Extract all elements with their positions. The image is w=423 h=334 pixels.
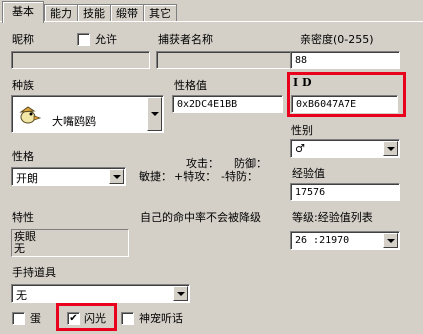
species-sprite-icon bbox=[19, 106, 42, 124]
egg-label: 蛋 bbox=[30, 312, 41, 325]
held-item-dropdown-button[interactable] bbox=[173, 286, 188, 301]
tab-basic[interactable]: 基本 bbox=[2, 1, 44, 23]
species-dropdown-button[interactable] bbox=[147, 97, 162, 131]
trait-label: 特性 bbox=[12, 211, 34, 224]
special-attack-label: +特攻： bbox=[174, 170, 217, 183]
species-select[interactable]: 大嘴鸥鸥 bbox=[11, 95, 164, 133]
nickname-field[interactable] bbox=[11, 51, 150, 69]
special-defense-label: -特防： bbox=[221, 170, 258, 183]
species-value: 大嘴鸥鸥 bbox=[52, 115, 96, 128]
pokedex-obey-checkbox[interactable] bbox=[121, 312, 134, 325]
egg-checkbox[interactable] bbox=[12, 312, 25, 325]
tab-ability[interactable]: 能力 bbox=[44, 4, 78, 22]
allow-nickname-label: 允许 bbox=[95, 33, 117, 46]
nickname-label: 昵称 bbox=[12, 33, 34, 46]
catcher-label: 捕获者名称 bbox=[158, 33, 213, 46]
trait-option-selected[interactable]: 疾眼 bbox=[14, 231, 126, 243]
held-item-select[interactable]: 无 bbox=[11, 284, 190, 303]
catcher-field[interactable] bbox=[156, 51, 292, 69]
tab-skill[interactable]: 技能 bbox=[77, 4, 111, 22]
exp-label: 经验值 bbox=[292, 167, 325, 180]
nature-label: 性格 bbox=[12, 150, 34, 163]
intimacy-field[interactable]: 88 bbox=[290, 51, 400, 69]
pokedex-obey-label: 神宠听话 bbox=[139, 312, 183, 325]
id-highlight-box bbox=[287, 72, 406, 117]
agility-label: 敏捷： bbox=[139, 170, 172, 183]
allow-nickname-checkbox[interactable] bbox=[77, 33, 90, 46]
nature-dropdown-button[interactable] bbox=[109, 169, 124, 184]
level-label: 等级:经验值列表 bbox=[292, 211, 373, 224]
personality-value-label: 性格值 bbox=[174, 79, 207, 92]
trait-option[interactable]: 无 bbox=[14, 243, 126, 255]
tab-other[interactable]: 其它 bbox=[143, 4, 177, 22]
attack-label: 攻击： bbox=[186, 157, 219, 170]
held-item-label: 手持道具 bbox=[12, 266, 56, 279]
gender-label: 性别 bbox=[291, 124, 313, 137]
exp-field[interactable]: 17576 bbox=[290, 183, 400, 201]
trait-description: 自己的命中率不会被降级 bbox=[140, 211, 261, 224]
species-label: 种族 bbox=[12, 79, 34, 92]
personality-value-field[interactable]: 0x2DC4E1BB bbox=[172, 95, 283, 113]
trait-listbox[interactable]: 疾眼 无 bbox=[11, 229, 129, 257]
tab-ribbon[interactable]: 缎带 bbox=[110, 4, 144, 22]
intimacy-label: 亲密度(0-255) bbox=[300, 33, 374, 46]
gender-dropdown-button[interactable] bbox=[383, 141, 398, 156]
shiny-highlight-box bbox=[56, 303, 117, 331]
defense-label: 防御： bbox=[234, 157, 267, 170]
tab-divider bbox=[0, 21, 423, 22]
level-dropdown-button[interactable] bbox=[383, 233, 398, 248]
